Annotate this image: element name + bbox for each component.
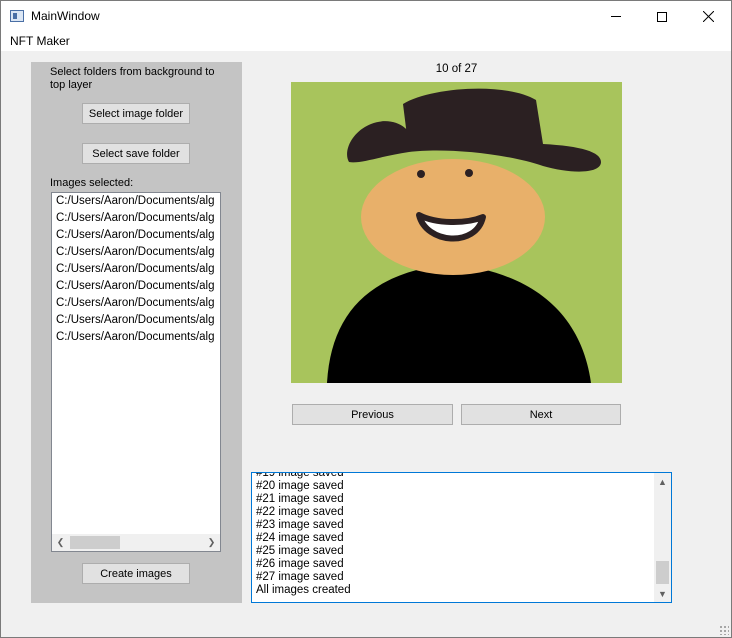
list-item[interactable]: C:/Users/Aaron/Documents/alg [52,227,220,244]
window-title: MainWindow [31,9,100,23]
left-panel: Select folders from background to top la… [31,62,242,603]
app-window-icon [10,10,24,22]
instructions-label: Select folders from background to top la… [50,66,215,91]
list-item[interactable]: C:/Users/Aaron/Documents/alg [52,278,220,295]
images-list[interactable]: C:/Users/Aaron/Documents/alg C:/Users/Aa… [51,192,221,552]
log-line: #27 image saved [256,571,344,583]
create-images-button[interactable]: Create images [82,563,190,584]
list-item[interactable]: C:/Users/Aaron/Documents/alg [52,261,220,278]
log-line: #22 image saved [256,506,344,518]
maximize-icon[interactable] [639,1,685,32]
vertical-scrollbar[interactable]: ▲ ▼ [654,473,671,602]
log-line: #21 image saved [256,493,344,505]
resize-grip-icon[interactable] [719,625,729,635]
log-line: All images created [256,584,351,596]
scroll-left-icon[interactable]: ❮ [52,534,69,551]
list-item[interactable]: C:/Users/Aaron/Documents/alg [52,210,220,227]
log-line: #25 image saved [256,545,344,557]
log-line: #20 image saved [256,480,344,492]
list-item[interactable]: C:/Users/Aaron/Documents/alg [52,193,220,210]
scroll-up-icon[interactable]: ▲ [654,473,671,490]
log-output[interactable]: #19 image saved #20 image saved #21 imag… [251,472,672,603]
list-item[interactable]: C:/Users/Aaron/Documents/alg [52,244,220,261]
select-image-folder-button[interactable]: Select image folder [82,103,190,124]
nft-preview-image [291,82,622,383]
minimize-icon[interactable] [593,1,639,32]
list-item[interactable]: C:/Users/Aaron/Documents/alg [52,312,220,329]
log-line: #19 image saved [256,472,344,479]
image-counter: 10 of 27 [435,63,478,75]
menu-bar: NFT Maker [0,31,732,51]
menu-item-nft-maker[interactable]: NFT Maker [10,34,70,48]
horizontal-scrollbar[interactable]: ❮ ❯ [52,534,220,551]
select-save-folder-button[interactable]: Select save folder [82,143,190,164]
scroll-down-icon[interactable]: ▼ [654,585,671,602]
log-line: #26 image saved [256,558,344,570]
images-selected-label: Images selected: [50,177,134,189]
next-button[interactable]: Next [461,404,621,425]
list-item[interactable]: C:/Users/Aaron/Documents/alg [52,329,220,346]
scroll-right-icon[interactable]: ❯ [203,534,220,551]
title-bar: MainWindow [0,0,732,31]
list-item[interactable]: C:/Users/Aaron/Documents/alg [52,295,220,312]
log-line: #23 image saved [256,519,344,531]
scroll-thumb[interactable] [70,536,120,549]
log-line: #24 image saved [256,532,344,544]
scroll-thumb[interactable] [656,561,669,584]
previous-button[interactable]: Previous [292,404,453,425]
close-icon[interactable] [685,1,731,32]
